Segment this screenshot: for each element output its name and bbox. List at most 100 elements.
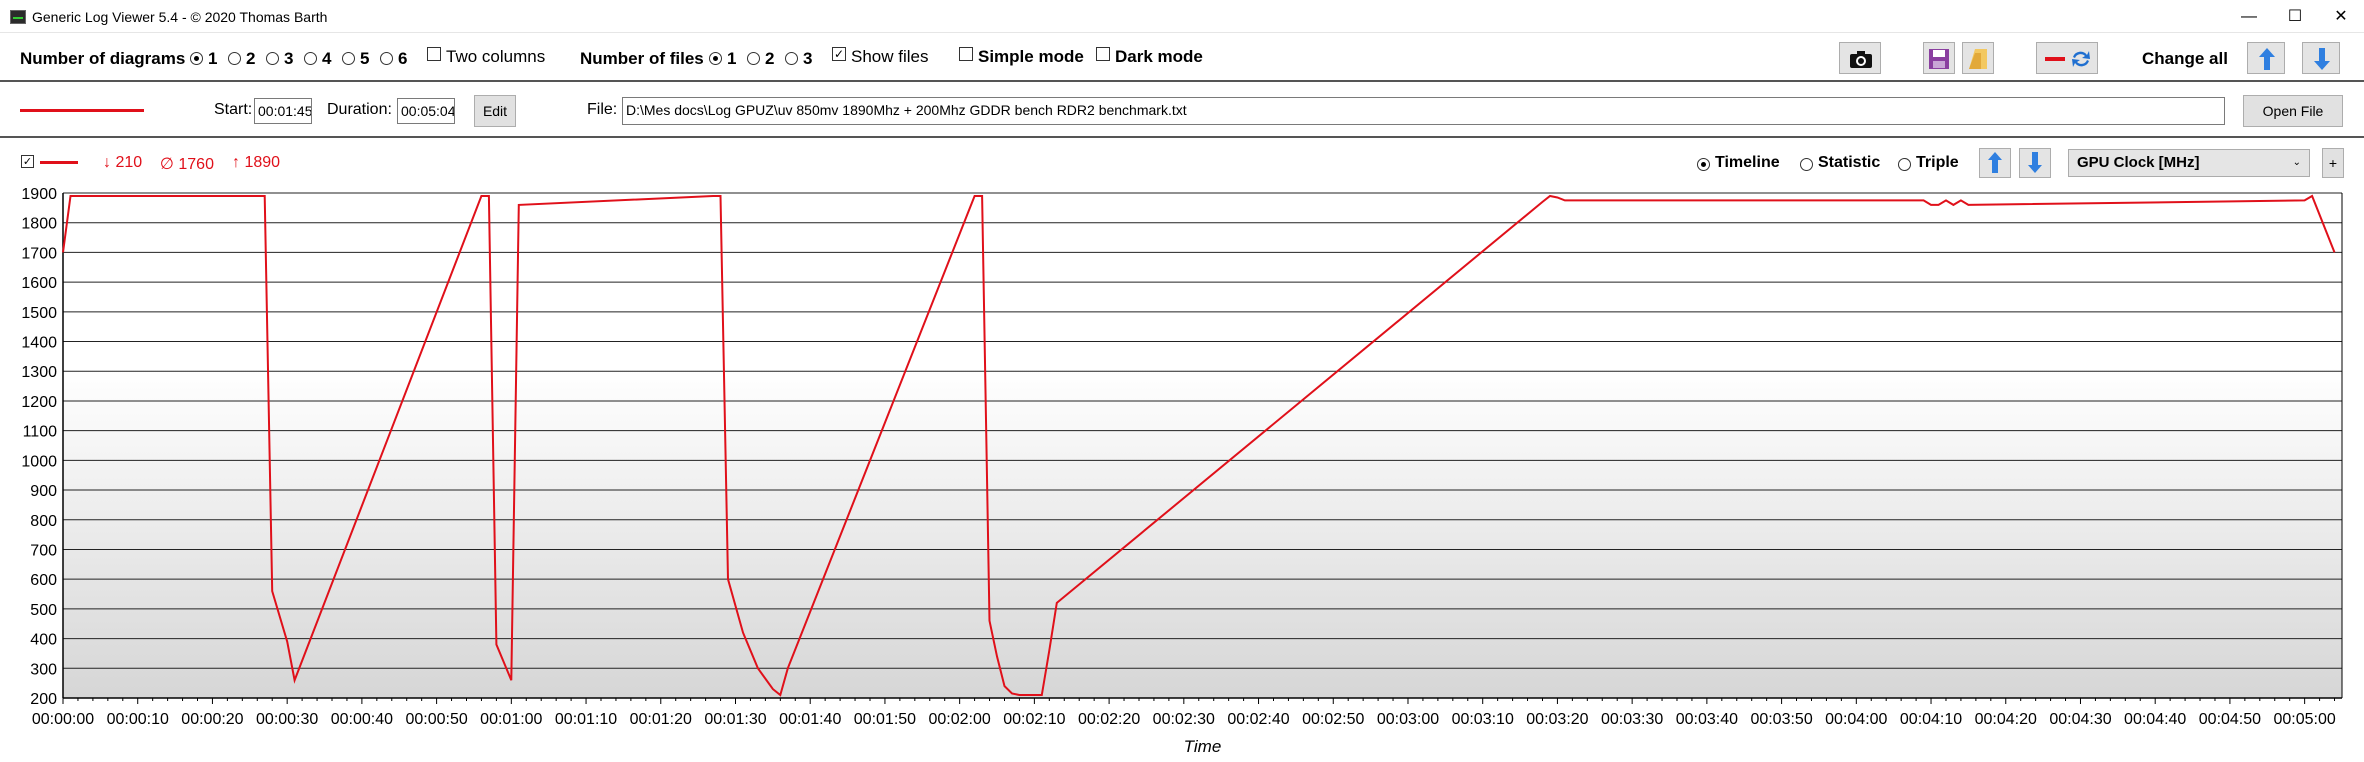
y-tick-label: 1000 bbox=[21, 453, 57, 470]
channel-select[interactable]: GPU Clock [MHz] ⌄ bbox=[2068, 149, 2310, 177]
move-down-button[interactable] bbox=[2302, 42, 2340, 74]
screenshot-button[interactable] bbox=[1839, 42, 1881, 74]
dark-mode-checkbox[interactable] bbox=[1096, 47, 1110, 61]
series-visible-checkbox[interactable]: ✓ bbox=[21, 155, 34, 168]
files-radio-1[interactable] bbox=[709, 52, 722, 65]
y-tick-label: 1600 bbox=[21, 275, 57, 292]
files-option-label: 3 bbox=[803, 49, 813, 68]
x-tick-label: 00:02:20 bbox=[1078, 711, 1140, 728]
diagrams-option-label: 4 bbox=[322, 49, 332, 68]
y-tick-label: 1400 bbox=[21, 335, 57, 352]
open-file-button[interactable]: Open File bbox=[2243, 95, 2343, 127]
mode-radio-timeline[interactable] bbox=[1697, 158, 1710, 171]
y-tick-label: 1900 bbox=[21, 186, 57, 203]
chart-up-button[interactable] bbox=[1979, 148, 2011, 178]
x-tick-label: 00:03:20 bbox=[1526, 711, 1588, 728]
y-tick-label: 800 bbox=[30, 513, 57, 530]
line-color-button[interactable] bbox=[2036, 42, 2098, 74]
x-tick-label: 00:00:10 bbox=[107, 711, 169, 728]
duration-label: Duration: bbox=[327, 101, 392, 118]
x-tick-label: 00:02:10 bbox=[1003, 711, 1065, 728]
diagrams-option-label: 2 bbox=[246, 49, 256, 68]
x-tick-label: 00:01:50 bbox=[854, 711, 916, 728]
y-tick-label: 600 bbox=[30, 572, 57, 589]
y-tick-label: 1100 bbox=[23, 424, 58, 441]
x-tick-label: 00:03:40 bbox=[1676, 711, 1738, 728]
diagrams-radio-2[interactable] bbox=[228, 52, 241, 65]
y-tick-label: 1800 bbox=[21, 216, 57, 233]
chart-down-button[interactable] bbox=[2019, 148, 2051, 178]
x-tick-label: 00:01:40 bbox=[779, 711, 841, 728]
file-path-input[interactable]: D:\Mes docs\Log GPUZ\uv 850mv 1890Mhz + … bbox=[622, 97, 2225, 125]
mode-radio-triple[interactable] bbox=[1898, 158, 1911, 171]
x-tick-label: 00:01:30 bbox=[704, 711, 766, 728]
start-input[interactable]: 00:01:45 bbox=[254, 98, 312, 124]
y-tick-label: 900 bbox=[30, 483, 57, 500]
x-tick-label: 00:03:10 bbox=[1452, 711, 1514, 728]
open-folder-button[interactable] bbox=[1962, 42, 1994, 74]
diagrams-radio-1[interactable] bbox=[190, 52, 203, 65]
arrow-down-icon bbox=[2028, 152, 2042, 173]
mode-label-statistic: Statistic bbox=[1818, 154, 1881, 171]
two-columns-label: Two columns bbox=[446, 47, 546, 66]
max-value: ↑ 1890 bbox=[232, 154, 281, 171]
maximize-button[interactable]: ☐ bbox=[2272, 0, 2318, 33]
x-tick-label: 00:04:40 bbox=[2124, 711, 2186, 728]
mode-radio-statistic[interactable] bbox=[1800, 158, 1813, 171]
diagrams-option-label: 5 bbox=[360, 49, 370, 68]
gpu-clock-chart: 1900 1800 1700 1600 1500 1400 1300 1200 1100 1000… bbox=[21, 186, 2343, 756]
add-diagram-button[interactable]: + bbox=[2322, 148, 2344, 178]
camera-icon bbox=[1850, 51, 1872, 68]
x-tick-label: 00:01:10 bbox=[555, 711, 617, 728]
diagrams-radio-4[interactable] bbox=[304, 52, 317, 65]
show-files-checkbox[interactable]: ✓ bbox=[832, 47, 846, 61]
arrow-down-icon bbox=[2314, 48, 2330, 70]
x-tick-label: 00:02:30 bbox=[1153, 711, 1215, 728]
diagrams-radio-3[interactable] bbox=[266, 52, 279, 65]
x-tick-label: 00:04:00 bbox=[1825, 711, 1887, 728]
title-bar: Generic Log Viewer 5.4 - © 2020 Thomas B… bbox=[0, 0, 2364, 33]
two-columns-checkbox[interactable] bbox=[427, 47, 441, 61]
x-tick-label: 00:00:30 bbox=[256, 711, 318, 728]
y-tick-label: 300 bbox=[30, 661, 57, 678]
y-tick-label: 500 bbox=[30, 602, 57, 619]
mode-label-timeline: Timeline bbox=[1715, 154, 1780, 171]
x-tick-label: 00:03:00 bbox=[1377, 711, 1439, 728]
toolbar: Number of diagrams 1 2 3 4 5 6 Two columns Nu… bbox=[0, 36, 2364, 82]
simple-mode-label: Simple mode bbox=[978, 47, 1084, 66]
diagrams-option-label: 3 bbox=[284, 49, 294, 68]
y-tick-label: 1200 bbox=[21, 394, 57, 411]
files-radio-2[interactable] bbox=[747, 52, 760, 65]
x-tick-label: 00:00:40 bbox=[331, 711, 393, 728]
plot-area bbox=[63, 193, 2342, 698]
chevron-down-icon: ⌄ bbox=[2292, 157, 2301, 168]
x-tick-label: 00:02:40 bbox=[1227, 711, 1289, 728]
series-legend-swatch bbox=[40, 161, 78, 164]
y-tick-label: 1500 bbox=[21, 305, 57, 322]
x-tick-label: 00:04:20 bbox=[1975, 711, 2037, 728]
duration-input[interactable]: 00:05:04 bbox=[397, 98, 455, 124]
move-up-button[interactable] bbox=[2247, 42, 2285, 74]
x-tick-label: 00:04:50 bbox=[2199, 711, 2261, 728]
edit-button[interactable]: Edit bbox=[474, 95, 516, 127]
diagrams-radio-6[interactable] bbox=[380, 52, 393, 65]
close-button[interactable]: ✕ bbox=[2318, 0, 2364, 33]
simple-mode-checkbox[interactable] bbox=[959, 47, 973, 61]
x-tick-label: 00:00:20 bbox=[181, 711, 243, 728]
x-tick-label: 00:05:00 bbox=[2273, 711, 2335, 728]
x-tick-label: 00:02:50 bbox=[1302, 711, 1364, 728]
series-color-swatch[interactable] bbox=[20, 109, 144, 112]
arrow-up-icon bbox=[2259, 48, 2275, 70]
diagrams-option-label: 6 bbox=[398, 49, 408, 68]
minimize-button[interactable]: — bbox=[2226, 0, 2272, 33]
x-tick-label: 00:04:30 bbox=[2049, 711, 2111, 728]
x-tick-label: 00:01:00 bbox=[480, 711, 542, 728]
window-title: Generic Log Viewer 5.4 - © 2020 Thomas B… bbox=[32, 9, 328, 25]
arrow-up-icon bbox=[1988, 152, 2002, 173]
diagrams-option-label: 1 bbox=[208, 49, 218, 68]
save-button[interactable] bbox=[1923, 42, 1955, 74]
show-files-label: Show files bbox=[851, 47, 929, 66]
files-radio-3[interactable] bbox=[785, 52, 798, 65]
min-value: ↓ 210 bbox=[103, 154, 143, 171]
diagrams-radio-5[interactable] bbox=[342, 52, 355, 65]
